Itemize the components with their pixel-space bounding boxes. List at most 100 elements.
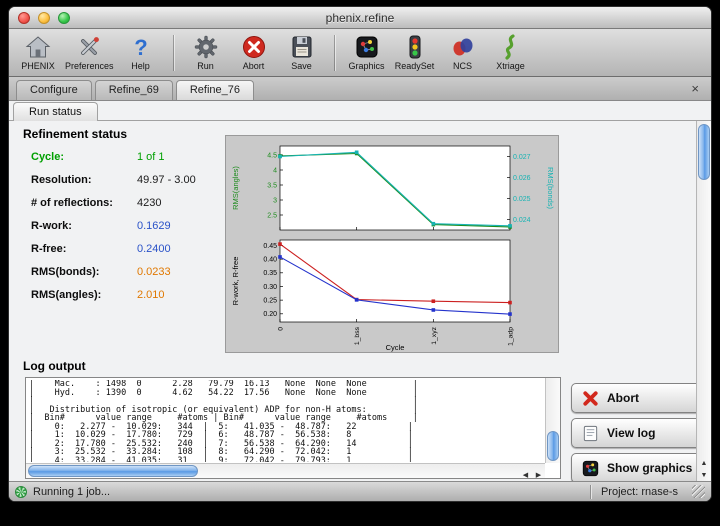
stat-value: 0.2400 [137,243,171,255]
stat-row-rms-bonds: RMS(bonds): 0.0233 [31,260,223,283]
abort-button-label: Abort [607,391,639,405]
svg-text:0.027: 0.027 [513,154,531,161]
graphics-icon [581,459,600,478]
toolbar-label: NCS [453,61,472,71]
svg-text:2.5: 2.5 [267,212,277,219]
svg-text:3.5: 3.5 [267,182,277,189]
toolbar-label: Abort [243,61,265,71]
toolbar-button-ncs[interactable]: NCS [442,30,484,76]
toolbar-button-readyset[interactable]: ReadySet [394,30,436,76]
toolbar-label: Graphics [349,61,385,71]
abort-circle-icon [241,34,267,60]
svg-text:R-work, R-free: R-work, R-free [231,257,240,306]
stat-row-cycle: Cycle: 1 of 1 [31,145,223,168]
svg-text:RMS(angles): RMS(angles) [231,166,240,210]
show-graphics-button-label: Show graphics [607,461,692,475]
toolbar-separator [334,35,335,71]
svg-text:0.024: 0.024 [513,217,531,224]
toolbar-label: PHENIX [21,61,55,71]
window-title: phenix.refine [9,7,711,29]
log-output-heading: Log output [23,359,86,373]
svg-text:0: 0 [278,327,285,331]
status-text: Running 1 job... [33,486,110,498]
toolbar-button-save[interactable]: Save [281,30,323,76]
statusbar-divider [590,485,591,499]
stat-value: 49.97 - 3.00 [137,174,196,186]
stat-row-rfree: R-free: 0.2400 [31,237,223,260]
run-status-page: Run status Refinement status Cycle: 1 of… [9,101,711,483]
activity-spinner-icon [15,486,27,498]
tools-icon [76,34,102,60]
stat-label: Cycle: [31,151,137,163]
stat-row-reflections: # of reflections: 4230 [31,191,223,214]
svg-text:RMS(bonds): RMS(bonds) [546,167,555,210]
log-vertical-scroll-thumb[interactable] [547,431,559,461]
chart-canvas: 2.533.544.5RMS(angles)0.0240.0250.0260.0… [226,136,558,352]
subtab-row: Run status [9,101,711,121]
document-icon [581,424,600,443]
stat-label: RMS(bonds): [31,266,137,278]
save-icon [289,34,315,60]
svg-text:0.40: 0.40 [263,257,277,264]
view-log-button-label: View log [607,426,655,440]
svg-text:1_xyz: 1_xyz [431,326,438,344]
toolbar-label: Xtriage [496,61,525,71]
toolbar-button-xtriage[interactable]: Xtriage [490,30,532,76]
toolbar-button-phenix[interactable]: PHENIX [17,30,59,76]
ncs-icon [450,34,476,60]
page-vertical-scroll-thumb[interactable] [698,124,710,180]
toolbar-label: Help [131,61,150,71]
log-vertical-scrollbar[interactable] [545,378,560,463]
show-graphics-button[interactable]: Show graphics [571,453,705,483]
subtab-run-status[interactable]: Run status [13,102,98,121]
svg-text:?: ? [134,35,147,60]
tab-bar: Configure Refine_69 Refine_76 × [9,77,711,101]
svg-text:0.45: 0.45 [263,243,277,250]
refinement-statistics-chart: 2.533.544.5RMS(angles)0.0240.0250.0260.0… [225,135,559,353]
toolbar-button-abort[interactable]: Abort [233,30,275,76]
stat-row-resolution: Resolution: 49.97 - 3.00 [31,168,223,191]
toolbar-button-help[interactable]: ? Help [120,30,162,76]
stat-label: # of reflections: [31,197,137,209]
gear-icon [193,34,219,60]
graphics-icon [354,34,380,60]
stat-row-rms-angles: RMS(angles): 2.010 [31,283,223,306]
xtriage-icon [498,34,524,60]
log-horizontal-scrollbar[interactable]: ◀▶ [26,463,545,478]
scroll-up-icon[interactable]: ▲ [697,458,711,470]
page-vertical-scrollbar[interactable]: ▲ ▼ [696,121,711,483]
tab-configure[interactable]: Configure [16,80,92,100]
log-text[interactable]: | Mac. : 1498 0 2.28 79.79 16.13 None No… [29,380,544,462]
stat-value: 4230 [137,197,161,209]
svg-text:0.025: 0.025 [513,196,531,203]
toolbar-separator [173,35,174,71]
toolbar-button-graphics[interactable]: Graphics [346,30,388,76]
svg-text:Cycle: Cycle [386,343,405,352]
toolbar-button-preferences[interactable]: Preferences [65,30,114,76]
toolbar-label: Save [291,61,312,71]
svg-text:0.20: 0.20 [263,311,277,318]
abort-button[interactable]: Abort [571,383,705,413]
svg-text:4.5: 4.5 [267,152,277,159]
stat-label: Resolution: [31,174,137,186]
phenix-refine-window: phenix.refine PHENIX Preferences ? Help [8,6,712,502]
svg-text:1_bss: 1_bss [354,326,361,345]
titlebar[interactable]: phenix.refine [9,7,711,29]
svg-text:3: 3 [273,197,277,204]
traffic-light-icon [402,34,428,60]
status-bar: Running 1 job... Project: rnase-s [9,481,711,501]
log-horizontal-scroll-thumb[interactable] [28,465,198,477]
tab-refine-76[interactable]: Refine_76 [176,80,254,100]
log-line: | 4: 33.284 - 41.035: 31 | 9: 72.042 - 7… [29,457,544,463]
tab-close-icon[interactable]: × [686,78,704,100]
svg-text:0.026: 0.026 [513,175,531,182]
home-icon [25,34,51,60]
stat-label: R-free: [31,243,137,255]
view-log-button[interactable]: View log [571,418,705,448]
action-buttons: Abort View log Show graphics [571,383,705,483]
tab-refine-69[interactable]: Refine_69 [95,80,173,100]
svg-text:0.35: 0.35 [263,270,277,277]
resize-grip[interactable] [692,485,705,498]
log-output-box[interactable]: | Mac. : 1498 0 2.28 79.79 16.13 None No… [25,377,561,479]
toolbar-button-run[interactable]: Run [185,30,227,76]
